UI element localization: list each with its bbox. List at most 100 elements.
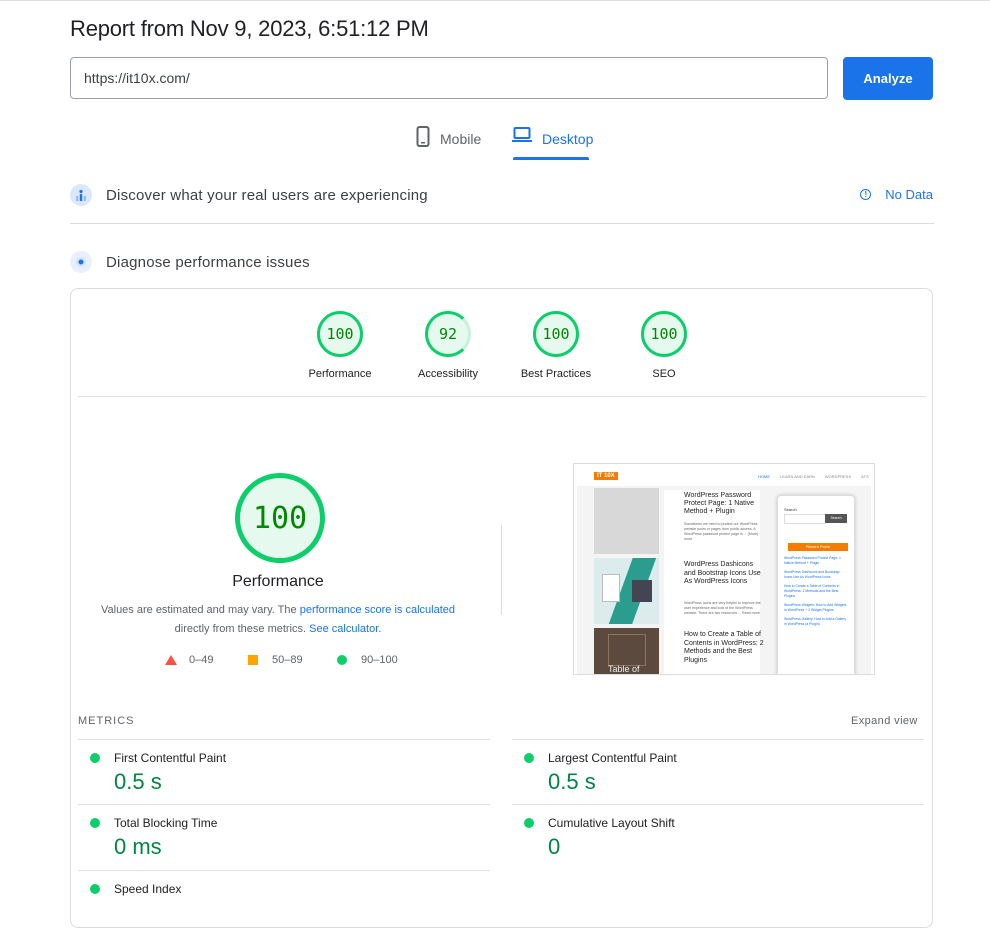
performance-gauge: 100 [235,473,325,563]
top-border [0,0,990,1]
thumb-recent-list: WordPress Password Protect Page: 1 Nativ… [784,556,848,627]
metric-lcp: Largest Contentful Paint 0.5 s [512,739,924,795]
score-performance[interactable]: 100 Performance [285,311,395,380]
metric-fcp: First Contentful Paint 0.5 s [78,739,490,795]
thumb-recent-item: WordPress Widgets: How to Add Widgets in… [784,603,847,612]
metric-value: 0.5 s [114,769,162,794]
thumb-logo: IT 10X [594,472,618,480]
see-calculator-link[interactable]: See calculator. [309,623,381,635]
thumb-post-title: WordPress Password Protect Page: 1 Nativ… [684,492,755,515]
metric-speed-index: Speed Index [78,870,490,896]
metric-divider [78,804,490,805]
thumb-nav-item: ATS [861,474,869,479]
thumb-image-text: Table of [608,664,640,674]
thumb-nav-item: HOME [758,474,770,479]
report-title: Report from Nov 9, 2023, 6:51:12 PM [70,16,429,41]
fail-triangle-icon [165,655,177,665]
pass-circle-icon [337,655,347,665]
legend-label: 90–100 [361,654,398,666]
pass-circle-icon [524,753,534,763]
thumb-recent-title: Recent Posts [788,543,848,551]
tab-mobile-label: Mobile [440,131,482,147]
thumb-post-title: WordPress Dashicons and Bootstrap Icons … [684,561,761,585]
metric-name: Total Blocking Time [114,816,218,830]
thumb-header: IT 10X HOME LEARN AND EARN WORDPRESS ATS [574,464,874,486]
thumb-post-excerpt: WordPress Icons are very helpful to impr… [684,601,761,615]
thumb-nav-item: LEARN AND EARN [780,474,815,479]
pass-circle-icon [524,818,534,828]
diagnose-title: Diagnose performance issues [106,253,310,271]
diagnose-section: Diagnose performance issues [70,251,934,273]
metric-name: Largest Contentful Paint [548,751,677,765]
thumb-post-title: How to Create a Table of Contents in Wor… [684,631,764,664]
performance-description: Values are estimated and may vary. The p… [94,601,462,639]
thumb-post-image: Table of [594,628,659,674]
thumb-nav-item: WORDPRESS [824,474,852,479]
metric-value: 0.5 s [548,769,596,794]
metrics-heading: METRICS [78,715,135,727]
tab-desktop-label: Desktop [542,131,594,147]
phone-icon [416,126,430,151]
metric-value: 0 ms [114,834,162,859]
desc-text: directly from these metrics. [174,623,310,635]
thumb-recent-item: WordPress Password Protect Page: 1 Nativ… [784,556,841,565]
thumb-post-image [594,558,659,624]
expand-view-button[interactable]: Expand view [851,715,918,727]
thumb-recent-item: WordPress Gallery: How to Add a Gallery … [784,617,847,626]
legend-pass: 90–100 [337,654,398,666]
thumb-recent-item: WordPress Dashicons and Bootstrap Icons … [784,570,840,579]
metric-divider [78,739,490,740]
score-label: Best Practices [520,368,592,380]
thumb-search-button: Search [825,514,847,523]
real-users-title: Discover what your real users are experi… [106,186,428,204]
info-icon: ! [860,189,872,200]
lighthouse-icon [70,251,92,273]
metric-cls: Cumulative Layout Shift 0 [512,804,924,860]
thumb-nav: HOME LEARN AND EARN WORDPRESS ATS [758,474,869,479]
score-gauge: 100 [533,311,579,357]
thumb-search-label: Search [784,507,797,512]
metric-divider [512,804,924,805]
tab-active-indicator [513,157,589,160]
pass-circle-icon [90,753,100,763]
metric-name: Cumulative Layout Shift [548,816,675,830]
tab-mobile[interactable]: Mobile [416,126,481,160]
analyze-button[interactable]: Analyze [843,57,933,100]
score-seo[interactable]: 100 SEO [609,311,719,380]
final-screenshot[interactable]: IT 10X HOME LEARN AND EARN WORDPRESS ATS… [573,463,875,675]
score-label: SEO [652,368,676,380]
thumb-post-image [594,488,659,554]
score-calculated-link[interactable]: performance score is calculated [300,604,455,616]
score-best-practices[interactable]: 100 Best Practices [501,311,611,380]
legend-label: 50–89 [272,654,303,666]
metric-value: 0 [548,834,561,859]
metric-name: First Contentful Paint [114,751,227,765]
crux-users-icon [70,184,92,206]
metric-name: Speed Index [114,882,182,896]
pass-circle-icon [90,884,100,894]
score-gauge: 100 [317,311,363,357]
score-label: Performance [308,368,372,380]
performance-title: Performance [232,573,324,590]
real-users-section: Discover what your real users are experi… [70,184,934,206]
thumb-search-input [784,514,826,524]
legend-average: 50–89 [248,654,303,666]
thumb-sidebar: Search Search Recent Posts WordPress Pas… [777,495,855,674]
thumb-post-excerpt: Sometimes we need to protect our WordPre… [684,522,759,541]
desc-text: Values are estimated and may vary. The [100,604,300,616]
laptop-icon [512,126,532,147]
url-input[interactable] [70,57,828,99]
score-accessibility[interactable]: 92 Accessibility [393,311,503,380]
score-label: Accessibility [418,368,478,380]
metric-divider [78,870,490,871]
legend-label: 0–49 [189,654,214,666]
tab-desktop[interactable]: Desktop [512,126,593,160]
score-gauge: 100 [641,311,687,357]
vertical-divider [501,525,502,615]
thumb-recent-item: How to Create a Table of Contents in Wor… [784,584,840,598]
metric-tbt: Total Blocking Time 0 ms [78,804,490,860]
card-divider [78,396,926,397]
pass-circle-icon [90,818,100,828]
no-data-link[interactable]: ! No Data [860,187,933,202]
metric-divider [512,739,924,740]
